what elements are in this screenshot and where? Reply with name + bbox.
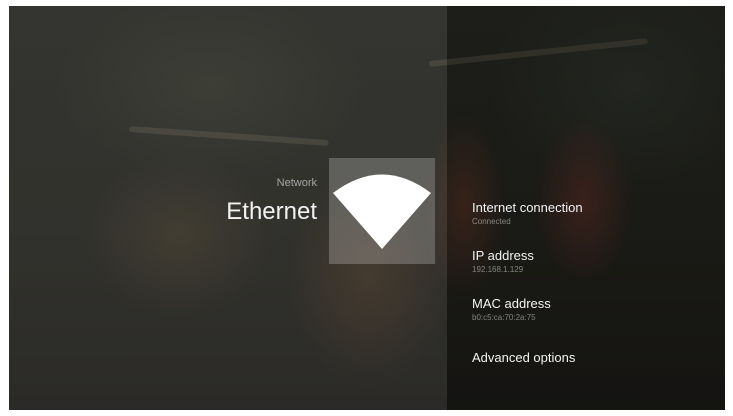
internet-connection-value: Connected — [472, 217, 511, 226]
page-title: Ethernet — [226, 198, 317, 225]
tv-settings-screen: Network Ethernet Internet connection Con… — [9, 6, 725, 410]
mac-address-item[interactable]: MAC address b0:c5:ca:70:2a:75 — [472, 296, 712, 344]
ip-address-item[interactable]: IP address 192.168.1.129 — [472, 248, 712, 296]
section-label: Network — [276, 177, 317, 189]
wifi-signal-icon — [333, 174, 431, 249]
internet-connection-label: Internet connection — [472, 200, 583, 215]
ip-address-label: IP address — [472, 248, 534, 263]
network-icon-tile — [329, 158, 435, 264]
mac-address-label: MAC address — [472, 296, 551, 311]
internet-connection-item[interactable]: Internet connection Connected — [472, 200, 712, 248]
advanced-options-item[interactable]: Advanced options — [472, 344, 712, 398]
network-options-list: Internet connection Connected IP address… — [472, 200, 712, 398]
ip-address-value: 192.168.1.129 — [472, 265, 524, 274]
mac-address-value: b0:c5:ca:70:2a:75 — [472, 313, 536, 322]
advanced-options-label: Advanced options — [472, 350, 576, 365]
